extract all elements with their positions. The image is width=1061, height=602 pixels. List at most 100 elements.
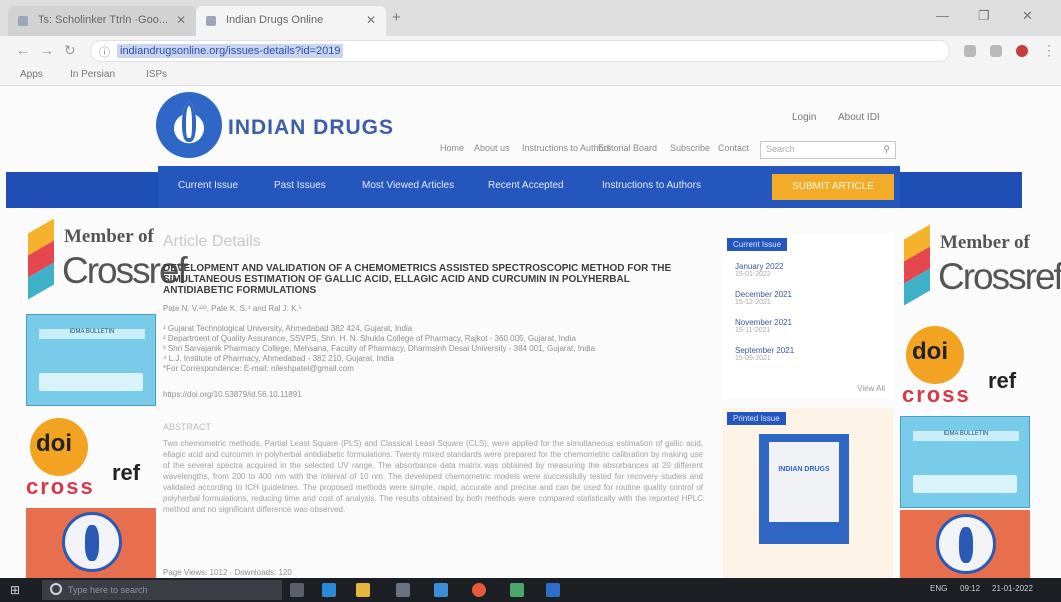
tab-label: Indian Drugs Online: [226, 14, 324, 26]
site-search-input[interactable]: Search ⚲: [760, 141, 896, 159]
store-icon[interactable]: [396, 583, 410, 597]
doi-crossref-logo[interactable]: doi ref cross: [902, 324, 1032, 414]
nav-subscribe[interactable]: Subscribe: [670, 143, 710, 153]
chrome-icon[interactable]: [472, 583, 486, 597]
site-brand[interactable]: INDIAN DRUGS: [228, 116, 394, 140]
issue-link[interactable]: November 2021 15-11-2021: [735, 318, 792, 334]
correspondence: *For Correspondence: E-mail: nileshpatel…: [163, 364, 354, 373]
crossref-logo-icon: [28, 218, 54, 302]
cross-text: cross: [902, 382, 971, 407]
submit-article-button[interactable]: SUBMIT ARTICLE: [772, 174, 894, 200]
nav-contact[interactable]: Contact: [718, 143, 749, 153]
nav-instructions-authors[interactable]: Instructions to Authors: [602, 180, 701, 191]
nav-home[interactable]: Home: [440, 143, 464, 153]
member-of-text: Member of: [940, 232, 1030, 253]
new-tab-button[interactable]: +: [392, 9, 401, 26]
extension-icon[interactable]: [990, 45, 1002, 57]
issue-link[interactable]: December 2021 15-12-2021: [735, 290, 792, 306]
crossref-member-badge[interactable]: Member of Crossref: [904, 224, 1061, 316]
bookmark-persian[interactable]: In Persian: [70, 69, 115, 80]
nav-editorial[interactable]: Editorial Board: [598, 143, 657, 153]
doi-crossref-logo[interactable]: doi ref cross: [26, 416, 156, 506]
extension-icon[interactable]: [964, 45, 976, 57]
crossref-logo-icon: [904, 224, 930, 308]
idma-seal-banner[interactable]: [900, 510, 1030, 578]
crossref-member-badge[interactable]: Member of Crossref: [28, 218, 188, 310]
word-icon[interactable]: [546, 583, 560, 597]
idma-seal-banner[interactable]: [26, 508, 156, 578]
clock-time[interactable]: 09:12: [960, 584, 980, 593]
search-icon[interactable]: ⚲: [883, 144, 890, 155]
tab-favicon-icon: [18, 16, 28, 26]
nav-recent-accepted[interactable]: Recent Accepted: [488, 180, 564, 191]
article-stats: Page Views: 1012 · Downloads: 120: [163, 568, 292, 577]
affiliation: ² Department of Quality Assurance, SSVPS…: [163, 334, 576, 343]
view-all-link[interactable]: View All: [857, 384, 885, 393]
close-tab-icon[interactable]: ✕: [176, 13, 186, 27]
ref-text: ref: [988, 368, 1017, 393]
tab-indian-drugs[interactable]: Indian Drugs Online ✕: [196, 6, 386, 36]
member-of-text: Member of: [64, 226, 154, 247]
article-doi-link[interactable]: https://doi.org/10.53879/id.56.10.11891: [163, 390, 302, 399]
bookmark-apps[interactable]: Apps: [20, 69, 43, 80]
bulletin-decoration: [913, 475, 1017, 493]
search-placeholder: Search: [766, 144, 795, 154]
menu-kebab-icon[interactable]: ⋮: [1042, 42, 1056, 59]
nav-about[interactable]: About us: [474, 143, 510, 153]
edge-icon[interactable]: [322, 583, 336, 597]
tab-favicon-icon: [206, 16, 216, 26]
indian-drugs-logo[interactable]: [156, 92, 222, 158]
current-issue-title: Current Issue: [727, 238, 788, 251]
taskbar-search-placeholder: Type here to search: [68, 585, 148, 595]
clock-date[interactable]: 21-01-2022: [992, 584, 1033, 593]
maximize-button[interactable]: ❐: [978, 8, 990, 24]
browser-tab-bar: Ts: Scholinker Ttrln ·Goo... ✕ Indian Dr…: [0, 0, 1061, 36]
reload-icon[interactable]: ↻: [64, 42, 76, 59]
bulletin-title: IDMA BULLETIN: [39, 329, 145, 339]
file-explorer-icon[interactable]: [356, 583, 370, 597]
tab-label: Ts: Scholinker Ttrln ·Goo...: [38, 14, 169, 26]
doi-text: doi: [36, 430, 72, 457]
windows-taskbar: ⊞ Type here to search ENG 09:12 21-01-20…: [0, 578, 1061, 602]
nav-most-viewed[interactable]: Most Viewed Articles: [362, 180, 454, 191]
close-window-button[interactable]: ✕: [1022, 8, 1033, 24]
idma-bulletin-banner[interactable]: IDMA BULLETIN: [900, 416, 1030, 508]
article-title: DEVELOPMENT AND VALIDATION OF A CHEMOMET…: [163, 263, 672, 296]
url-input[interactable]: ⓘ indiandrugsonline.org/issues-details?i…: [90, 40, 950, 62]
task-view-icon[interactable]: [290, 583, 304, 597]
excel-icon[interactable]: [510, 583, 524, 597]
bookmark-isps[interactable]: ISPs: [146, 69, 167, 80]
close-tab-icon[interactable]: ✕: [366, 13, 376, 27]
nav-past-issues[interactable]: Past Issues: [274, 180, 326, 191]
info-icon[interactable]: ⓘ: [99, 44, 110, 60]
taskbar-search-input[interactable]: Type here to search: [42, 580, 282, 600]
mail-icon[interactable]: [434, 583, 448, 597]
doi-text: doi: [912, 338, 948, 365]
back-arrow-icon[interactable]: ←: [16, 42, 30, 58]
tab-scholar[interactable]: Ts: Scholinker Ttrln ·Goo... ✕: [8, 6, 196, 36]
login-link[interactable]: Login: [792, 112, 816, 123]
affiliation: ⁴ L.J. Institute of Pharmacy, Ahmedabad …: [163, 354, 394, 363]
forward-arrow-icon[interactable]: →: [40, 42, 54, 58]
issue-link[interactable]: January 2022 15-01-2022: [735, 262, 783, 278]
abstract-text: Two chemometric methods, Partial Least S…: [163, 439, 703, 514]
nav-current-issue[interactable]: Current Issue: [178, 180, 238, 191]
crossref-text: Crossref: [938, 256, 1061, 297]
idma-bulletin-banner[interactable]: IDMA BULLETIN: [26, 314, 156, 406]
idma-seal-icon: [62, 512, 122, 572]
address-bar-row: ← → ↻ ⓘ indiandrugsonline.org/issues-det…: [0, 36, 1061, 66]
main-nav: Current Issue Past Issues Most Viewed Ar…: [158, 166, 900, 208]
bulletin-title: IDMA BULLETIN: [913, 431, 1019, 441]
cross-text: cross: [26, 474, 95, 499]
about-link[interactable]: About IDI: [838, 112, 880, 123]
web-page: INDIAN DRUGS Login About IDI Home About …: [0, 86, 1061, 578]
minimize-button[interactable]: —: [936, 8, 949, 23]
cover-title: INDIAN DRUGS: [778, 466, 830, 473]
windows-start-icon[interactable]: ⊞: [10, 583, 20, 597]
journal-cover-image[interactable]: INDIAN DRUGS: [759, 434, 849, 544]
language-indicator[interactable]: ENG: [930, 584, 947, 593]
profile-avatar[interactable]: [1016, 45, 1028, 57]
abstract-heading: ABSTRACT: [163, 422, 212, 432]
search-icon: [50, 583, 62, 595]
issue-link[interactable]: September 2021 15-09-2021: [735, 346, 794, 362]
